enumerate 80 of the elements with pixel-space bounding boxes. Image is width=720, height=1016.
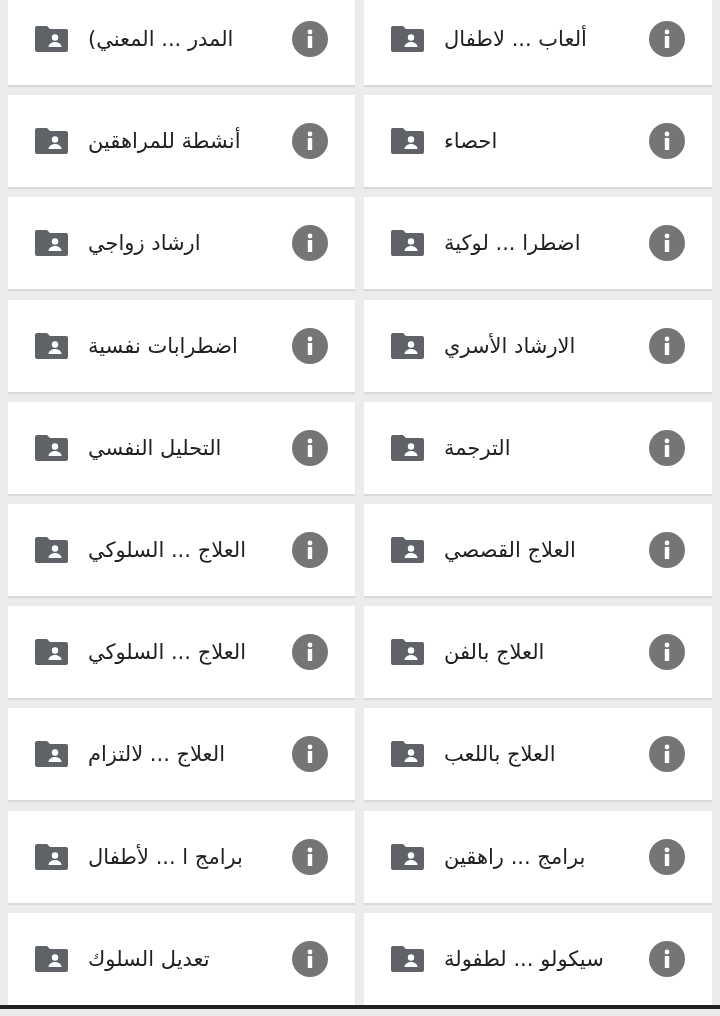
info-icon[interactable] — [292, 940, 328, 977]
folder-card[interactable]: برامج ... راهقين — [364, 810, 712, 903]
shared-folder-icon — [35, 843, 68, 870]
folder-card[interactable]: الارشاد الأسري — [364, 299, 712, 392]
shared-folder-icon — [35, 639, 68, 666]
folder-name: العلاج ... السلوكي — [88, 538, 247, 562]
folder-name: الترجمة — [444, 435, 511, 460]
folder-card[interactable]: العلاج ... لالتزام — [8, 708, 355, 801]
folder-card[interactable]: الترجمة — [364, 401, 712, 494]
info-icon[interactable] — [649, 838, 685, 875]
folder-name: احصاء — [444, 129, 498, 154]
folder-card[interactable]: ارشاد زواجي — [8, 197, 355, 290]
shared-folder-icon — [391, 434, 424, 461]
folder-name: اضطرابات نفسية — [88, 333, 238, 358]
info-icon[interactable] — [649, 123, 685, 160]
shared-folder-icon — [391, 741, 424, 768]
shared-folder-icon — [35, 332, 68, 359]
folder-card[interactable]: العلاج بالفن — [364, 606, 712, 699]
folder-card[interactable]: العلاج ... السلوكي — [8, 504, 355, 596]
shared-folder-icon — [391, 843, 424, 870]
info-icon[interactable] — [649, 532, 685, 568]
folder-name: ألعاب ... لاطفال — [444, 27, 587, 51]
folder-card[interactable]: تعديل السلوك — [8, 912, 355, 1005]
folder-card[interactable]: العلاج باللعب — [364, 708, 712, 801]
info-icon[interactable] — [292, 838, 328, 875]
shared-folder-icon — [391, 26, 424, 52]
info-icon[interactable] — [292, 21, 328, 57]
folder-name: العلاج باللعب — [444, 742, 556, 767]
shared-folder-icon — [35, 434, 68, 461]
folder-card[interactable]: اضطرابات نفسية — [8, 299, 355, 392]
info-icon[interactable] — [649, 429, 685, 466]
folder-card[interactable]: سيكولو ... لطفولة — [364, 912, 712, 1005]
info-icon[interactable] — [649, 736, 685, 773]
folder-name: سيكولو ... لطفولة — [444, 946, 604, 971]
info-icon[interactable] — [292, 225, 328, 262]
folder-name: التحليل النفسي — [88, 435, 222, 460]
folder-name: اضطرا ... لوكية — [444, 231, 581, 256]
shared-folder-icon — [391, 332, 424, 359]
info-icon[interactable] — [292, 736, 328, 773]
folder-name: العلاج بالفن — [444, 640, 545, 665]
shared-folder-icon — [35, 26, 68, 52]
info-icon[interactable] — [649, 225, 685, 262]
info-icon[interactable] — [649, 21, 685, 57]
shared-folder-icon — [35, 537, 68, 563]
shared-folder-icon — [35, 945, 68, 972]
folder-card[interactable]: التحليل النفسي — [8, 401, 355, 494]
info-icon[interactable] — [649, 634, 685, 671]
shared-folder-icon — [391, 128, 424, 155]
info-icon[interactable] — [292, 532, 328, 568]
info-icon[interactable] — [649, 940, 685, 977]
shared-folder-icon — [391, 945, 424, 972]
folder-name: أنشطة للمراهقين — [88, 129, 241, 154]
info-icon[interactable] — [292, 634, 328, 671]
folder-name: العلاج ... لالتزام — [88, 742, 225, 767]
shared-folder-icon — [35, 230, 68, 257]
folder-card[interactable]: العلاج ... السلوكي — [8, 606, 355, 699]
folder-card[interactable]: أنشطة للمراهقين — [8, 95, 355, 188]
shared-folder-icon — [391, 639, 424, 666]
folder-card[interactable]: احصاء — [364, 95, 712, 188]
shared-folder-icon — [35, 128, 68, 155]
folder-name: تعديل السلوك — [88, 946, 210, 971]
folder-name: العلاج القصصي — [444, 538, 576, 562]
shared-folder-icon — [35, 741, 68, 768]
info-icon[interactable] — [649, 327, 685, 364]
folder-name: برامج ا ... لأطفال — [88, 844, 243, 869]
folder-name: الارشاد الأسري — [444, 333, 576, 358]
folder-name: ارشاد زواجي — [88, 231, 201, 256]
shared-folder-icon — [391, 230, 424, 257]
info-icon[interactable] — [292, 123, 328, 160]
folder-card[interactable]: اضطرا ... لوكية — [364, 197, 712, 290]
folder-name: برامج ... راهقين — [444, 844, 586, 869]
folder-card[interactable]: ألعاب ... لاطفال — [364, 0, 712, 85]
folder-card[interactable]: برامج ا ... لأطفال — [8, 810, 355, 903]
info-icon[interactable] — [292, 327, 328, 364]
folder-name: العلاج ... السلوكي — [88, 640, 247, 665]
folder-card[interactable]: العلاج القصصي — [364, 504, 712, 596]
folder-name: المدر ... المعني) — [88, 27, 234, 51]
info-icon[interactable] — [292, 429, 328, 466]
shared-folder-icon — [391, 537, 424, 563]
folder-card[interactable]: المدر ... المعني) — [8, 0, 355, 85]
